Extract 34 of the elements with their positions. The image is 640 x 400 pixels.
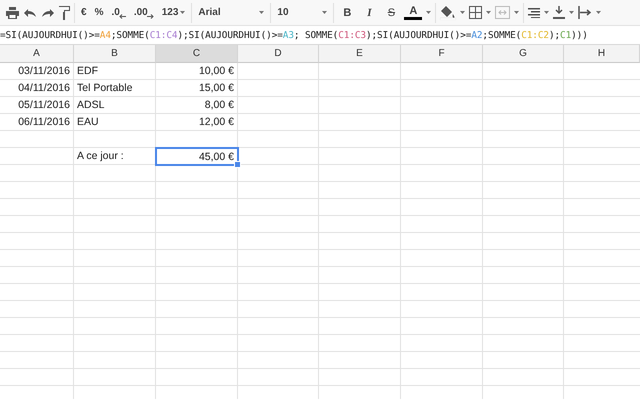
table-cell[interactable]: ADSL [74,97,155,113]
column-header[interactable]: F [401,45,483,63]
strikethrough-button[interactable]: S [382,4,400,22]
number-format-button[interactable]: 123 [160,4,188,22]
text-color-button[interactable]: A [404,6,422,20]
table-cell[interactable]: 15,00 € [156,80,237,96]
table-cell[interactable]: 12,00 € [156,114,237,130]
table-cell[interactable]: 06/11/2016 [0,114,73,130]
font-size-dropdown[interactable]: 10 [275,4,330,22]
number-format-button[interactable]: € [79,4,89,22]
table-cell[interactable]: EAU [74,114,155,130]
number-format-button[interactable]: .0 [109,4,128,22]
formula-text[interactable]: =SI(AUJOURDHUI()>=A4;SOMME(C1:C4);SI(AUJOURDHUI()>=A3; SOMME(C1:C3);SI(AUJOURDHUI()>=A2;SOMME(C1:C2);C1))) [0,30,588,40]
table-cell[interactable]: 04/11/2016 [0,80,73,96]
table-cell[interactable]: 8,00 € [156,97,237,113]
column-header[interactable]: D [238,45,319,63]
number-format-button[interactable]: .00 [132,4,156,22]
bold-button[interactable]: B [338,4,356,22]
table-cell[interactable]: 05/11/2016 [0,97,73,113]
table-cell[interactable]: 10,00 € [156,63,237,79]
italic-button[interactable]: I [360,4,378,22]
column-header[interactable]: G [483,45,564,63]
column-header[interactable]: C [156,45,238,63]
column-header[interactable]: E [319,45,401,63]
table-cell[interactable]: 45,00 € [155,147,239,166]
number-format-button[interactable]: % [92,4,106,22]
column-header[interactable]: B [74,45,156,63]
font-dropdown[interactable]: Arial [196,4,266,22]
table-cell[interactable]: 03/11/2016 [0,63,73,79]
column-header[interactable]: H [564,45,640,63]
column-header[interactable]: A [0,45,74,63]
table-cell[interactable]: EDF [74,63,155,79]
table-cell[interactable]: Tel Portable [74,80,155,96]
table-cell[interactable]: A ce jour : [74,148,155,164]
